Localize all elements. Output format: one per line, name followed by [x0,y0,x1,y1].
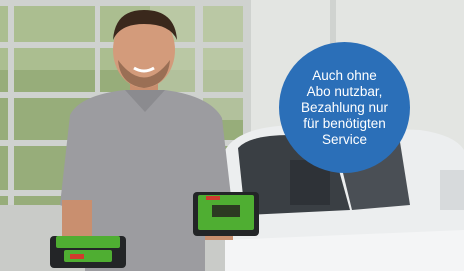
hero-photo: Auch ohne Abo nutzbar, Bezahlung nur für… [0,0,464,271]
promo-badge: Auch ohne Abo nutzbar, Bezahlung nur für… [279,42,410,173]
promo-text: Auch ohne Abo nutzbar, Bezahlung nur für… [300,67,389,147]
diagnostic-device-left [50,236,126,268]
diagnostic-device-right [193,192,259,236]
